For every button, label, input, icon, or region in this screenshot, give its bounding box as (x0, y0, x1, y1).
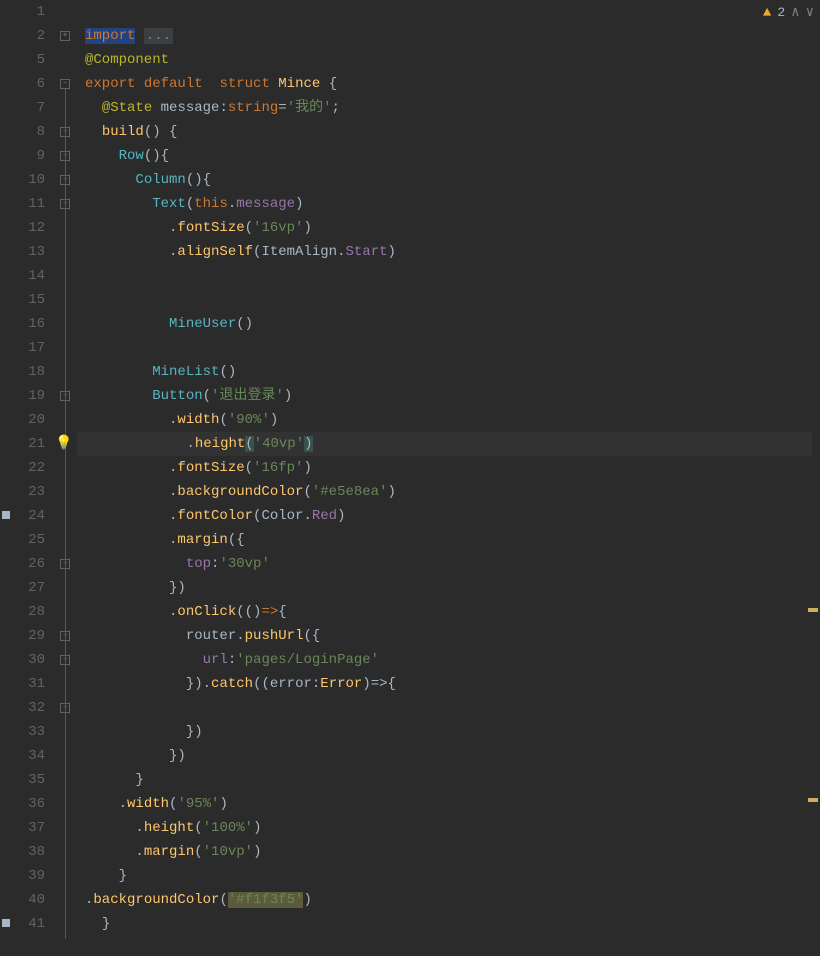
prev-highlight-icon[interactable]: ∧ (791, 4, 799, 21)
code-line[interactable] (85, 696, 820, 720)
inspection-summary: ▲ 2 ∧ ∨ (763, 4, 814, 21)
line-number[interactable]: 27 (12, 576, 45, 600)
line-number-gutter[interactable]: 1 2 5 6 7 8 9 10 11 12 13 14 15 16 17 18… (12, 0, 57, 956)
code-line[interactable]: url:'pages/LoginPage' (85, 648, 820, 672)
code-line[interactable]: .fontSize('16vp') (85, 216, 820, 240)
line-number[interactable]: 39 (12, 864, 45, 888)
code-line[interactable]: } (85, 864, 820, 888)
code-line[interactable]: } (85, 768, 820, 792)
line-number[interactable]: 5 (12, 48, 45, 72)
code-line[interactable]: .onClick(()=>{ (85, 600, 820, 624)
code-line[interactable]: .backgroundColor('#f1f3f5') (85, 888, 820, 912)
line-number[interactable]: 32 (12, 696, 45, 720)
code-line[interactable]: router.pushUrl({ (85, 624, 820, 648)
line-number[interactable]: 19 (12, 384, 45, 408)
code-line[interactable]: }) (85, 720, 820, 744)
code-line[interactable]: export default struct Mince { (85, 72, 820, 96)
code-line[interactable]: Column(){ (85, 168, 820, 192)
code-line[interactable]: }) (85, 744, 820, 768)
code-line[interactable]: Row(){ (85, 144, 820, 168)
code-line[interactable]: .backgroundColor('#e5e8ea') (85, 480, 820, 504)
bookmark-marker[interactable] (2, 511, 10, 519)
code-line[interactable]: }).catch((error:Error)=>{ (85, 672, 820, 696)
code-line[interactable]: build() { (85, 120, 820, 144)
line-number[interactable]: 22 (12, 456, 45, 480)
line-number[interactable]: 40 (12, 888, 45, 912)
code-line[interactable]: 💡 .height('40vp') (85, 432, 820, 456)
code-line[interactable]: MineList() (85, 360, 820, 384)
line-number[interactable]: 13 (12, 240, 45, 264)
line-number[interactable]: 36 (12, 792, 45, 816)
code-line[interactable]: MineUser() (85, 312, 820, 336)
line-number[interactable]: 25 (12, 528, 45, 552)
line-number[interactable]: 6 (12, 72, 45, 96)
line-number[interactable]: 16 (12, 312, 45, 336)
code-line[interactable] (85, 336, 820, 360)
fold-handle-icon[interactable]: – (60, 79, 70, 89)
line-number[interactable]: 23 (12, 480, 45, 504)
line-number[interactable]: 31 (12, 672, 45, 696)
code-line[interactable]: .fontColor(Color.Red) (85, 504, 820, 528)
code-line[interactable]: @State message:string='我的'; (85, 96, 820, 120)
code-line[interactable]: Button('退出登录') (85, 384, 820, 408)
line-number[interactable]: 35 (12, 768, 45, 792)
line-number[interactable]: 38 (12, 840, 45, 864)
line-number[interactable]: 37 (12, 816, 45, 840)
code-line[interactable]: .width('95%') (85, 792, 820, 816)
next-highlight-icon[interactable]: ∨ (806, 4, 814, 21)
fold-gutter[interactable]: + – – – – – – – – – – (57, 0, 77, 956)
code-editor[interactable]: 1 2 5 6 7 8 9 10 11 12 13 14 15 16 17 18… (0, 0, 820, 956)
code-line[interactable]: import ... (85, 24, 820, 48)
line-number[interactable]: 14 (12, 264, 45, 288)
code-line[interactable]: Text(this.message) (85, 192, 820, 216)
breakpoint-gutter[interactable] (0, 0, 12, 956)
line-number[interactable]: 20 (12, 408, 45, 432)
line-number[interactable]: 9 (12, 144, 45, 168)
line-number[interactable]: 29 (12, 624, 45, 648)
code-line[interactable]: } (85, 912, 820, 936)
line-number[interactable]: 28 (12, 600, 45, 624)
line-number[interactable]: 26 (12, 552, 45, 576)
code-line[interactable]: }) (85, 576, 820, 600)
warning-count: 2 (777, 5, 785, 20)
line-number[interactable]: 1 (12, 0, 45, 24)
code-line[interactable]: top:'30vp' (85, 552, 820, 576)
code-line[interactable]: .margin({ (85, 528, 820, 552)
line-number[interactable]: 18 (12, 360, 45, 384)
code-line[interactable]: .fontSize('16fp') (85, 456, 820, 480)
code-area[interactable]: import ... @Component export default str… (77, 0, 820, 956)
line-number[interactable]: 12 (12, 216, 45, 240)
folded-region[interactable]: ... (144, 28, 173, 44)
warning-icon: ▲ (763, 5, 771, 21)
fold-handle-icon[interactable]: + (60, 31, 70, 41)
line-number[interactable]: 33 (12, 720, 45, 744)
code-line[interactable]: .margin('10vp') (85, 840, 820, 864)
line-number[interactable]: 7 (12, 96, 45, 120)
code-line[interactable]: .height('100%') (85, 816, 820, 840)
line-number[interactable]: 10 (12, 168, 45, 192)
line-number[interactable]: 8 (12, 120, 45, 144)
code-line[interactable] (85, 288, 820, 312)
line-number[interactable]: 2 (12, 24, 45, 48)
line-number[interactable]: 24 (12, 504, 45, 528)
line-number[interactable]: 15 (12, 288, 45, 312)
line-number[interactable]: 11 (12, 192, 45, 216)
code-line[interactable] (85, 264, 820, 288)
code-line[interactable] (85, 0, 820, 24)
line-number[interactable]: 17 (12, 336, 45, 360)
code-line[interactable]: .width('90%') (85, 408, 820, 432)
code-line[interactable]: .alignSelf(ItemAlign.Start) (85, 240, 820, 264)
line-number[interactable]: 34 (12, 744, 45, 768)
line-number[interactable]: 21 (12, 432, 45, 456)
line-number[interactable]: 41 (12, 912, 45, 936)
bookmark-marker[interactable] (2, 919, 10, 927)
line-number[interactable]: 30 (12, 648, 45, 672)
lightbulb-icon[interactable]: 💡 (55, 436, 72, 452)
code-line[interactable]: @Component (85, 48, 820, 72)
